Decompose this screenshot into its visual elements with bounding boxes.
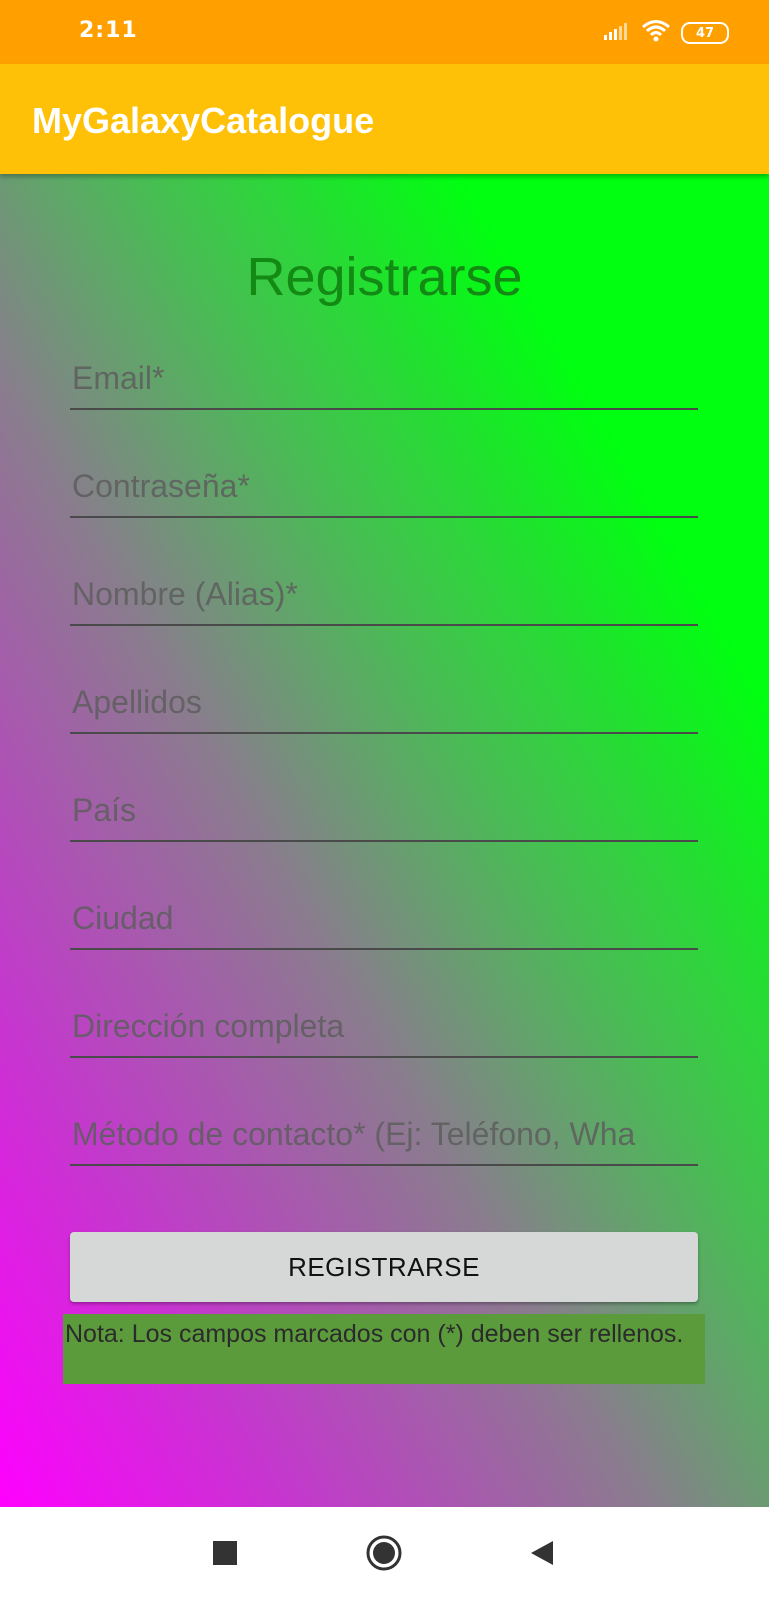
page-title: Registrarse bbox=[246, 247, 523, 307]
contact-method-field[interactable] bbox=[70, 1110, 698, 1166]
home-circle-icon[interactable] bbox=[365, 1534, 403, 1572]
password-field[interactable] bbox=[70, 462, 698, 518]
register-screen: Registrarse REGISTRARSE Nota: Los campos… bbox=[0, 174, 769, 1507]
name-field[interactable] bbox=[70, 570, 698, 626]
app-bar: MyGalaxyCatalogue bbox=[0, 64, 769, 174]
status-icons: 47 bbox=[603, 20, 729, 46]
battery-level: 47 bbox=[695, 25, 715, 41]
signal-icon bbox=[603, 21, 631, 45]
surname-field[interactable] bbox=[70, 678, 698, 734]
back-triangle-icon[interactable] bbox=[526, 1537, 558, 1569]
status-time: 2:11 bbox=[79, 18, 138, 43]
battery-icon: 47 bbox=[681, 22, 729, 44]
recents-square-icon[interactable] bbox=[209, 1537, 241, 1569]
status-bar: 2:11 47 bbox=[0, 0, 769, 64]
country-field[interactable] bbox=[70, 786, 698, 842]
wifi-icon bbox=[641, 19, 671, 47]
address-field[interactable] bbox=[70, 1002, 698, 1058]
email-field[interactable] bbox=[70, 354, 698, 410]
city-field[interactable] bbox=[70, 894, 698, 950]
required-fields-note: Nota: Los campos marcados con (*) deben … bbox=[63, 1314, 705, 1384]
app-title: MyGalaxyCatalogue bbox=[32, 100, 375, 141]
navigation-bar bbox=[0, 1507, 769, 1600]
register-button[interactable]: REGISTRARSE bbox=[70, 1232, 698, 1302]
